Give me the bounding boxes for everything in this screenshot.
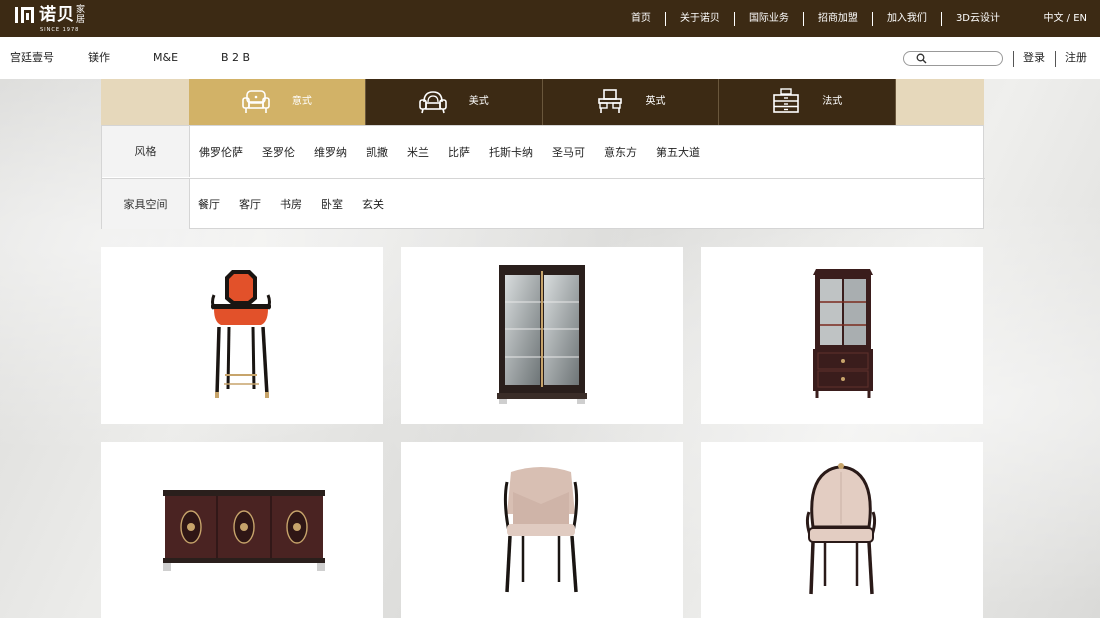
tab-italian[interactable]: 意式: [188, 79, 366, 125]
product-card-wingback-chair[interactable]: [701, 442, 983, 618]
tabs-edge-left: [101, 79, 189, 125]
filter-option[interactable]: 餐厅: [198, 196, 220, 212]
tab-label: 意式: [291, 96, 312, 107]
display-cabinet-image: [813, 269, 873, 398]
filter-row-space: 家具空间 餐厅 客厅 书房 卧室 玄关: [102, 178, 985, 229]
filter-option[interactable]: 书房: [280, 196, 302, 212]
glass-cabinet-image: [497, 265, 587, 404]
subnav-item-me[interactable]: M&E: [153, 37, 178, 79]
filter-option[interactable]: 客厅: [239, 196, 261, 212]
register-link[interactable]: 注册: [1065, 37, 1087, 79]
filter-option[interactable]: 米兰: [407, 144, 429, 160]
filter-option[interactable]: 凯撒: [366, 144, 388, 160]
dresser-icon: [773, 88, 800, 113]
filter-option[interactable]: 托斯卡纳: [489, 144, 533, 160]
tab-french[interactable]: 法式: [719, 79, 897, 125]
tab-label: 法式: [822, 96, 843, 107]
logo-mark-icon: [15, 7, 34, 23]
subnav-item-b2b[interactable]: B 2 B: [221, 37, 250, 79]
topnav-home[interactable]: 首页: [617, 12, 665, 26]
filter-label-space: 家具空间: [102, 179, 190, 229]
category-tabs: 意式 美式 英式 法式: [101, 79, 984, 125]
login-link[interactable]: 登录: [1023, 37, 1045, 79]
filter-options-style: 佛罗伦萨 圣罗伦 维罗纳 凯撒 米兰 比萨 托斯卡纳 圣马可 意东方 第五大道: [199, 126, 719, 177]
filter-option[interactable]: 卧室: [321, 196, 343, 212]
topnav-join[interactable]: 加入我们: [871, 11, 941, 26]
auth-divider: [1013, 51, 1014, 67]
brand-since: SINCE 1978: [40, 27, 80, 33]
bar-stool-image: [211, 270, 271, 398]
tabs-edge-right: [896, 79, 984, 125]
filter-label-style: 风格: [102, 126, 190, 177]
topnav-about[interactable]: 关于诺贝: [664, 11, 734, 26]
brand-name: 诺贝: [39, 5, 75, 25]
tab-american[interactable]: 美式: [365, 79, 543, 125]
vanity-icon: [597, 89, 622, 113]
sideboard-image: [163, 490, 325, 571]
wingback-chair-image: [805, 463, 877, 595]
brand-suffix: 家 居: [76, 5, 85, 25]
brand-suffix-bottom: 居: [76, 15, 86, 25]
filter-option[interactable]: 第五大道: [656, 144, 700, 160]
top-bar: 诺贝 家 居 SINCE 1978 首页 关于诺贝 国际业务 招商加盟 加入我们…: [0, 0, 1100, 37]
filter-option[interactable]: 圣马可: [552, 144, 585, 160]
filter-option[interactable]: 比萨: [448, 144, 470, 160]
filter-option[interactable]: 玄关: [362, 196, 384, 212]
sofa-icon: [242, 90, 270, 113]
search-input[interactable]: [903, 51, 1003, 66]
filter-options-space: 餐厅 客厅 书房 卧室 玄关: [198, 179, 403, 229]
armchair-icon: [418, 91, 447, 114]
language-switch[interactable]: 中文 / EN: [1043, 0, 1087, 37]
brand-suffix-top: 家: [76, 5, 86, 15]
subnav-item-palace[interactable]: 宫廷壹号: [10, 37, 54, 79]
tab-label: 英式: [645, 96, 666, 107]
auth-divider: [1055, 51, 1056, 67]
filter-option[interactable]: 佛罗伦萨: [199, 144, 243, 160]
tab-label: 美式: [468, 96, 489, 107]
top-nav: 首页 关于诺贝 国际业务 招商加盟 加入我们 3D云设计: [617, 0, 1014, 37]
filter-row-style: 风格 佛罗伦萨 圣罗伦 维罗纳 凯撒 米兰 比萨 托斯卡纳 圣马可 意东方 第五…: [102, 126, 985, 177]
brand-logo[interactable]: 诺贝 家 居 SINCE 1978: [14, 5, 85, 33]
filter-panel: 风格 佛罗伦萨 圣罗伦 维罗纳 凯撒 米兰 比萨 托斯卡纳 圣马可 意东方 第五…: [101, 125, 985, 229]
filter-option[interactable]: 维罗纳: [314, 144, 347, 160]
topnav-franchise[interactable]: 招商加盟: [802, 11, 872, 26]
subnav-item-meizuo[interactable]: 镁作: [88, 37, 110, 79]
topnav-3d-design[interactable]: 3D云设计: [940, 11, 1014, 26]
search-icon: [916, 53, 927, 64]
product-card-dining-chair[interactable]: [401, 442, 683, 618]
product-card-glass-cabinet[interactable]: [401, 247, 683, 424]
product-card-sideboard[interactable]: [101, 442, 383, 618]
tab-british[interactable]: 英式: [542, 79, 720, 125]
dining-chair-image: [503, 467, 579, 593]
filter-option[interactable]: 圣罗伦: [262, 144, 295, 160]
product-card-bar-stool[interactable]: [101, 247, 383, 424]
filter-option[interactable]: 意东方: [604, 144, 637, 160]
product-card-display-cabinet[interactable]: [701, 247, 983, 424]
topnav-international[interactable]: 国际业务: [733, 11, 803, 26]
